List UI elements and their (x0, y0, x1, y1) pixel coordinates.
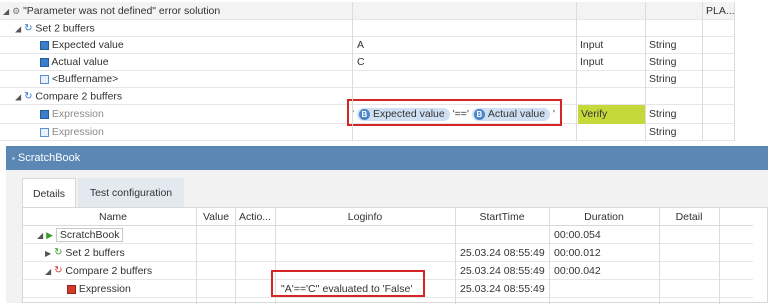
result-name: Expression (78, 283, 131, 295)
col-header-name[interactable]: Name (33, 208, 193, 226)
col-header-value[interactable]: Value (196, 208, 236, 226)
highlight-box (271, 270, 425, 297)
pla-column-header[interactable]: PLA... (706, 2, 734, 20)
group-label: Compare 2 buffers (35, 90, 123, 103)
buffer-icon (40, 57, 49, 67)
tab-test-configuration[interactable]: Test configuration (78, 178, 184, 208)
buffer-icon (40, 109, 49, 119)
result-duration: 00:00.042 (554, 265, 601, 277)
result-duration: 00:00.012 (554, 247, 601, 259)
result-name: ScratchBook (55, 228, 124, 242)
col-header-loginfo[interactable]: Loginfo (275, 208, 455, 226)
buffer-icon (67, 284, 76, 294)
param-row[interactable]: <Buffername> String (0, 71, 734, 88)
param-name: Expression (51, 126, 104, 138)
expand-arrow-icon[interactable]: ▶ (45, 249, 51, 258)
tree-root-row[interactable]: ◢ ⚙ "Parameter was not defined" error so… (0, 2, 734, 20)
result-starttime: 25.03.24 08:55:49 (460, 265, 545, 277)
collapse-arrow-icon[interactable]: ◢ (37, 231, 43, 240)
test-case-icon: ⚙ (12, 6, 21, 16)
group-label: Set 2 buffers (35, 22, 95, 35)
param-datatype[interactable]: String (649, 37, 699, 54)
refresh-icon: ↻ (54, 265, 63, 277)
param-datatype[interactable]: String (649, 105, 699, 124)
tab-strip: Details Test configuration (22, 178, 768, 208)
collapse-arrow-icon[interactable]: ◢ (15, 24, 21, 33)
buffer-icon (40, 74, 49, 84)
results-header: Name Value Actio... Loginfo StartTime Du… (23, 208, 753, 226)
result-row[interactable]: ◢ ▶ ScratchBook 00:00.054 (23, 226, 753, 244)
scratchbook-panel: ▪ ScratchBook Details Test configuration… (6, 146, 768, 304)
verify-cell[interactable]: Verify (578, 105, 645, 124)
result-name: Compare 2 buffers (65, 265, 153, 277)
buffer-icon (40, 127, 49, 137)
param-name: <Buffername> (51, 73, 119, 85)
param-name: Expected value (51, 39, 124, 51)
param-datatype[interactable]: String (649, 124, 699, 141)
col-header-starttime[interactable]: StartTime (455, 208, 549, 226)
collapse-arrow-icon[interactable]: ◢ (3, 7, 9, 16)
test-tree-table: ◢ ⚙ "Parameter was not defined" error so… (0, 0, 735, 141)
refresh-icon: ↻ (24, 23, 33, 34)
param-name: Expression (51, 108, 104, 120)
param-type[interactable]: Input (580, 37, 640, 54)
result-name: Set 2 buffers (65, 247, 125, 259)
result-starttime: 25.03.24 08:55:49 (460, 283, 545, 295)
param-datatype[interactable]: String (649, 71, 699, 88)
param-value[interactable]: A (357, 37, 567, 54)
col-header-detail[interactable]: Detail (659, 208, 719, 226)
tree-row-set-buffers[interactable]: ◢ ↻ Set 2 buffers (0, 20, 734, 37)
panel-header[interactable]: ▪ ScratchBook (6, 146, 768, 170)
refresh-icon: ↻ (54, 247, 63, 259)
param-row[interactable]: Actual value C Input String (0, 54, 734, 71)
result-row[interactable]: ▶ ↻ Set 2 buffers 25.03.24 08:55:49 00:0… (23, 244, 753, 262)
result-starttime: 25.03.24 08:55:49 (460, 247, 545, 259)
play-icon: ▶ (46, 230, 53, 240)
panel-title: ScratchBook (17, 152, 81, 164)
param-datatype[interactable]: String (649, 54, 699, 71)
collapse-arrow-icon[interactable]: ◢ (15, 92, 21, 101)
highlight-box (347, 99, 562, 126)
buffer-icon (40, 40, 49, 50)
param-name: Actual value (51, 56, 109, 68)
col-header-duration[interactable]: Duration (549, 208, 659, 226)
param-value[interactable]: C (357, 54, 567, 71)
param-row[interactable]: Expected value A Input String (0, 37, 734, 54)
result-duration: 00:00.054 (554, 229, 601, 241)
refresh-icon: ↻ (24, 91, 33, 102)
test-case-title: "Parameter was not defined" error soluti… (23, 5, 221, 17)
col-header-action[interactable]: Actio... (235, 208, 275, 226)
panel-grip-icon: ▪ (12, 154, 15, 163)
tab-details[interactable]: Details (22, 178, 76, 208)
param-type[interactable]: Input (580, 54, 640, 71)
collapse-arrow-icon[interactable]: ◢ (45, 267, 51, 276)
expression-row[interactable]: Expression String (0, 124, 734, 141)
